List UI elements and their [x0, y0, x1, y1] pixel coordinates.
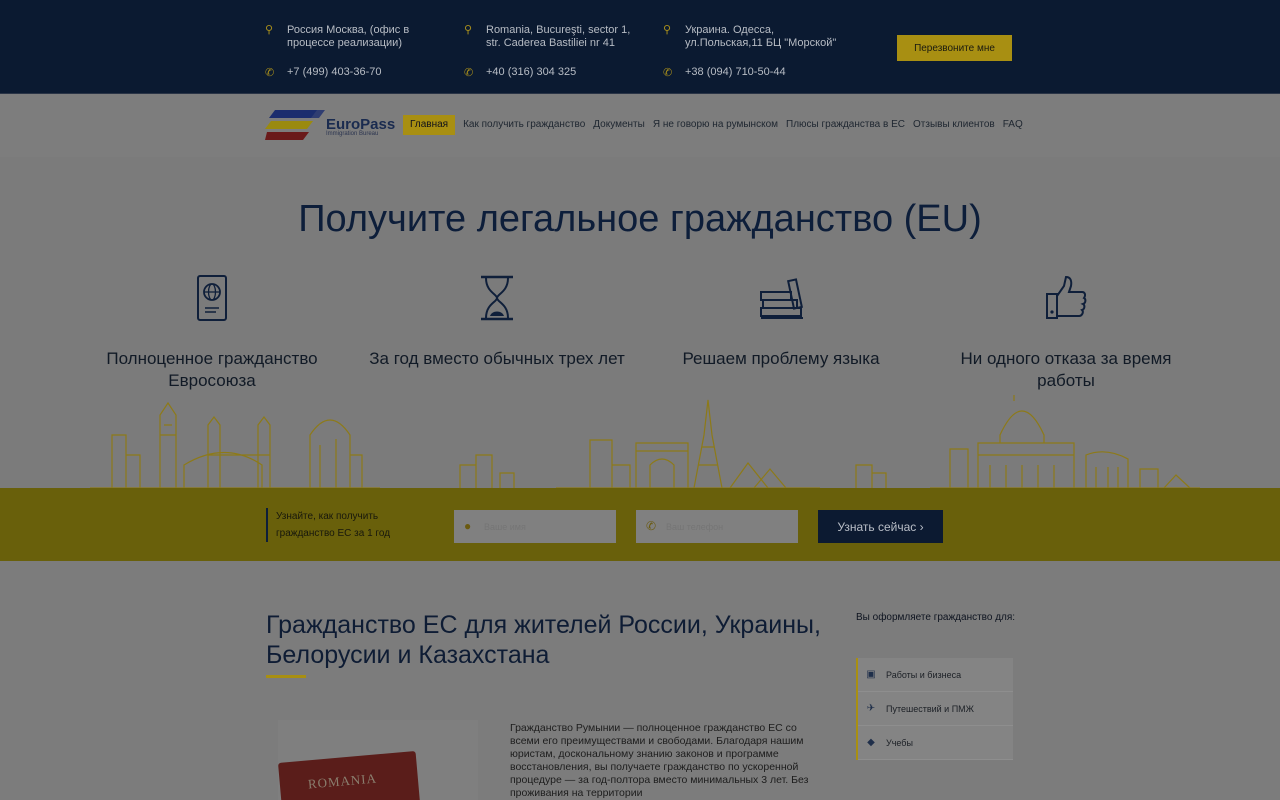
feature-label: Полноценное гражданство Евросоюза [106, 349, 318, 390]
contact-phone[interactable]: +7 (499) 403-36-70 [287, 66, 381, 79]
phone-icon: ✆ [646, 519, 657, 533]
phone-input[interactable] [636, 510, 798, 543]
contact-bucharest: ⚲ Romania, Bucureşti, sector 1, str. Cad… [464, 24, 634, 79]
contact-address: Украина. Одесса, ул.Польская,11 БЦ "Морс… [685, 24, 837, 49]
sidebar-menu: ▣ Работы и бизнеса ✈ Путешествий и ПМЖ ◆… [856, 658, 1013, 760]
feature-label: За год вместо обычных трех лет [369, 349, 625, 368]
feature-label: Решаем проблему языка [682, 349, 880, 368]
contact-odessa: ⚲ Украина. Одесса, ул.Польская,11 БЦ "Мо… [663, 24, 838, 79]
nav-item-home[interactable]: Главная [403, 115, 456, 135]
thumbs-up-icon [1046, 275, 1087, 319]
feature-one-year: За год вместо обычных трех лет [367, 274, 627, 370]
feature-language: Решаем проблему языка [651, 274, 911, 370]
location-pin-icon: ⚲ [464, 24, 473, 36]
callback-button[interactable]: Перезвоните мне [897, 35, 1012, 61]
contact-address: Россия Москва, (офис в процессе реализац… [287, 24, 410, 49]
passport-icon [197, 275, 227, 321]
graduation-cap-icon: ◆ [867, 737, 875, 748]
airplane-icon: ✈ [866, 703, 876, 714]
contact-phone[interactable]: +40 (316) 304 325 [486, 66, 576, 79]
submit-button[interactable]: Узнать сейчас › [818, 510, 943, 543]
city-skyline-illustration [90, 395, 1200, 489]
books-icon [760, 278, 804, 319]
sidebar-title: Вы оформляете гражданство для: [856, 612, 1016, 623]
feature-citizenship: Полноценное гражданство Евросоюза [82, 274, 342, 392]
sidebar-item-travel[interactable]: ✈ Путешествий и ПМЖ [858, 692, 1013, 726]
name-input[interactable] [454, 510, 616, 543]
nav-item-language[interactable]: Я не говорю на румынском [649, 115, 782, 135]
phone-icon: ✆ [663, 66, 673, 79]
location-pin-icon: ⚲ [663, 24, 672, 36]
content-paragraph: Гражданство Румынии — полноценное гражда… [510, 722, 809, 799]
sidebar-item-label: Путешествий и ПМЖ [886, 703, 974, 714]
hourglass-icon [481, 275, 513, 321]
feature-label: Ни одного отказа за время работы [960, 349, 1172, 390]
nav-menu: Главная Как получить гражданство Докумен… [403, 115, 1027, 135]
logo-subtitle: Immigration Bureau [326, 131, 379, 137]
phone-icon: ✆ [464, 66, 474, 79]
sidebar-item-label: Работы и бизнеса [886, 669, 962, 680]
sidebar-item-business[interactable]: ▣ Работы и бизнеса [858, 658, 1013, 692]
nav-item-how-to-get[interactable]: Как получить гражданство [459, 115, 589, 135]
sidebar-item-study[interactable]: ◆ Учебы [858, 726, 1013, 760]
passport-label: ROMANIA [307, 770, 378, 792]
feature-no-refusals: Ни одного отказа за время работы [936, 274, 1196, 392]
nav-item-benefits[interactable]: Плюсы гражданства в ЕС [782, 115, 909, 135]
nav-item-reviews[interactable]: Отзывы клиентов [909, 115, 999, 135]
lead-form-text: Узнайте, как получить гражданство ЕС за … [266, 508, 416, 542]
location-pin-icon: ⚲ [265, 24, 274, 36]
nav-item-faq[interactable]: FAQ [999, 115, 1027, 135]
hero-title: Получите легальное гражданство (EU) [298, 198, 982, 240]
sidebar-item-label: Учебы [886, 737, 913, 748]
top-contact-bar [0, 0, 1280, 94]
contact-phone[interactable]: +38 (094) 710-50-44 [685, 66, 786, 79]
phone-icon: ✆ [265, 66, 275, 79]
title-underline [266, 675, 306, 678]
contact-moscow: ⚲ Россия Москва, (офис в процессе реализ… [265, 24, 415, 79]
nav-item-documents[interactable]: Документы [589, 115, 649, 135]
wallet-icon: ▣ [866, 669, 876, 680]
contact-address: Romania, Bucureşti, sector 1, str. Cader… [486, 24, 631, 49]
user-icon: ● [464, 519, 472, 533]
content-title: Гражданство ЕС для жителей России, Украи… [266, 611, 821, 669]
